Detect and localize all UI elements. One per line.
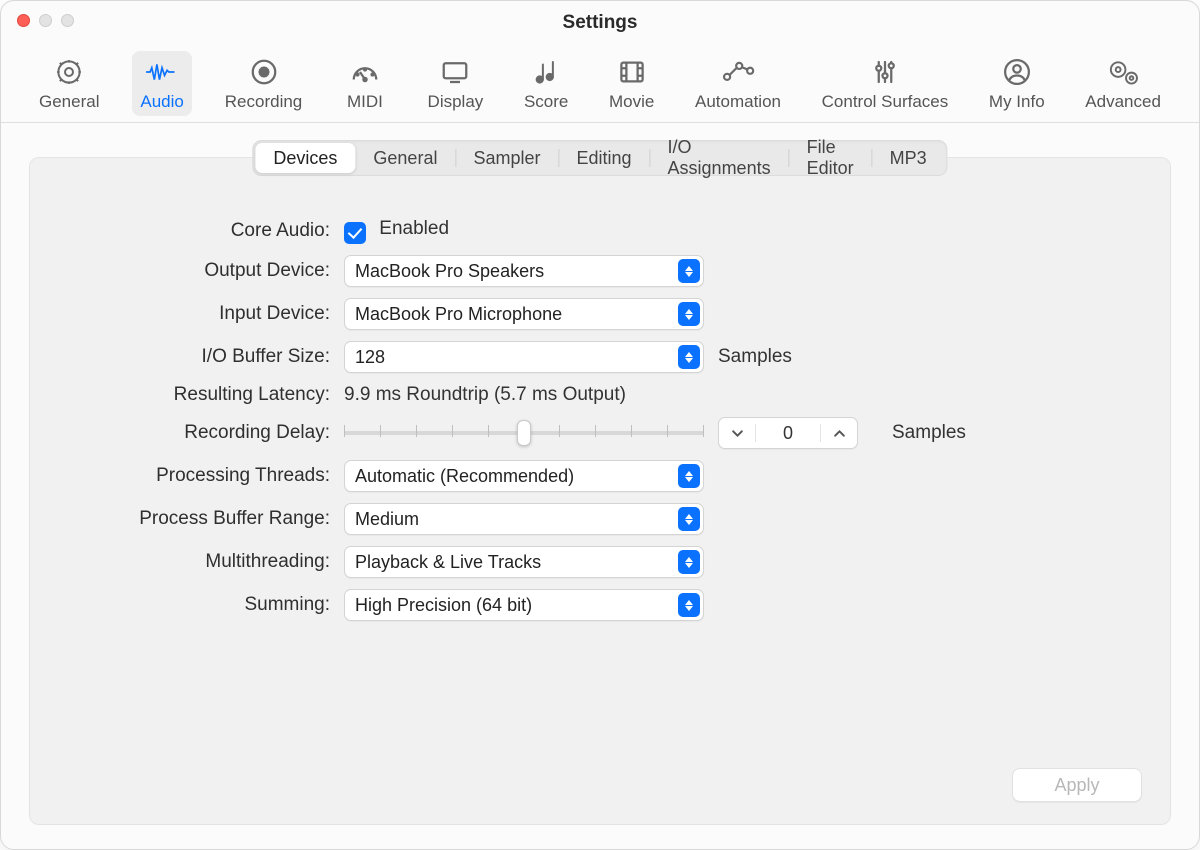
multithreading-select[interactable]: Playback & Live Tracks [344,546,704,578]
tab-label: Automation [695,92,781,112]
settings-window: Settings General Audio [0,0,1200,850]
subtab-general[interactable]: General [355,143,455,173]
subtab-sampler[interactable]: Sampler [455,143,558,173]
recording-delay-value: 0 [756,423,820,444]
select-stepper-icon [678,593,700,617]
tab-audio[interactable]: Audio [132,51,192,116]
input-device-label: Input Device: [110,303,330,325]
tab-label: Recording [225,92,303,112]
processing-threads-label: Processing Threads: [110,465,330,487]
tab-label: Display [428,92,484,112]
multithreading-value: Playback & Live Tracks [355,552,541,573]
music-notes-icon [525,55,567,89]
recording-delay-unit: Samples [892,422,1090,444]
latency-label: Resulting Latency: [110,384,330,406]
tab-display[interactable]: Display [420,51,492,116]
devices-form: Core Audio: Enabled Output Device: MacBo… [110,218,1090,621]
io-buffer-unit: Samples [718,346,1090,368]
tab-label: Score [524,92,568,112]
close-window-button[interactable] [17,14,30,27]
gears-icon [1102,55,1144,89]
process-buffer-range-value: Medium [355,509,419,530]
subtab-devices[interactable]: Devices [255,143,355,173]
subtab-io-assignments[interactable]: I/O Assignments [650,143,789,173]
summing-value: High Precision (64 bit) [355,595,532,616]
film-icon [611,55,653,89]
content-area: Devices General Sampler Editing I/O Assi… [1,123,1199,849]
processing-threads-value: Automatic (Recommended) [355,466,574,487]
person-circle-icon [996,55,1038,89]
output-device-value: MacBook Pro Speakers [355,261,544,282]
summing-select[interactable]: High Precision (64 bit) [344,589,704,621]
tab-control-surfaces[interactable]: Control Surfaces [814,51,957,116]
tab-recording[interactable]: Recording [217,51,311,116]
minimize-window-button[interactable] [39,14,52,27]
tab-my-info[interactable]: My Info [981,51,1053,116]
window-title: Settings [1,12,1199,34]
tab-midi[interactable]: MIDI [335,51,395,116]
gauge-icon [344,55,386,89]
process-buffer-range-select[interactable]: Medium [344,503,704,535]
input-device-value: MacBook Pro Microphone [355,304,562,325]
summing-label: Summing: [110,594,330,616]
record-icon [243,55,285,89]
io-buffer-value: 128 [355,347,385,368]
select-stepper-icon [678,259,700,283]
select-stepper-icon [678,345,700,369]
output-device-select[interactable]: MacBook Pro Speakers [344,255,704,287]
tab-label: MIDI [347,92,383,112]
process-buffer-range-label: Process Buffer Range: [110,508,330,530]
slider-thumb-icon[interactable] [517,420,531,446]
settings-panel: Devices General Sampler Editing I/O Assi… [29,157,1171,825]
window-controls [17,14,74,27]
tab-label: Movie [609,92,654,112]
tab-label: Control Surfaces [822,92,949,112]
tab-movie[interactable]: Movie [601,51,662,116]
processing-threads-select[interactable]: Automatic (Recommended) [344,460,704,492]
recording-delay-slider[interactable] [344,418,704,448]
tab-general[interactable]: General [31,51,107,116]
select-stepper-icon [678,550,700,574]
io-buffer-select[interactable]: 128 [344,341,704,373]
core-audio-label: Core Audio: [110,220,330,242]
zoom-window-button[interactable] [61,14,74,27]
core-audio-value: Enabled [344,218,704,244]
tab-label: Advanced [1085,92,1161,112]
select-stepper-icon [678,507,700,531]
tab-score[interactable]: Score [516,51,576,116]
recording-delay-stepper[interactable]: 0 [718,417,858,449]
stepper-increment-button[interactable] [821,418,857,448]
stepper-decrement-button[interactable] [719,418,755,448]
latency-value: 9.9 ms Roundtrip (5.7 ms Output) [344,384,1090,406]
subtab-editing[interactable]: Editing [558,143,649,173]
preferences-toolbar: General Audio Recording [1,45,1199,123]
tab-label: General [39,92,99,112]
display-icon [434,55,476,89]
tab-automation[interactable]: Automation [687,51,789,116]
tab-label: My Info [989,92,1045,112]
tab-label: Audio [140,92,183,112]
subtab-bar: Devices General Sampler Editing I/O Assi… [252,140,947,176]
subtab-mp3[interactable]: MP3 [872,143,945,173]
sliders-icon [864,55,906,89]
core-audio-checkbox[interactable] [344,222,366,244]
select-stepper-icon [678,302,700,326]
automation-icon [717,55,759,89]
multithreading-label: Multithreading: [110,551,330,573]
output-device-label: Output Device: [110,260,330,282]
recording-delay-label: Recording Delay: [110,422,330,444]
io-buffer-label: I/O Buffer Size: [110,346,330,368]
apply-button[interactable]: Apply [1012,768,1142,802]
tab-advanced[interactable]: Advanced [1077,51,1169,116]
panel-footer: Apply [1012,768,1142,802]
titlebar: Settings [1,1,1199,45]
input-device-select[interactable]: MacBook Pro Microphone [344,298,704,330]
gear-icon [48,55,90,89]
subtab-file-editor[interactable]: File Editor [789,143,872,173]
waveform-icon [141,55,183,89]
select-stepper-icon [678,464,700,488]
core-audio-text: Enabled [379,218,449,239]
